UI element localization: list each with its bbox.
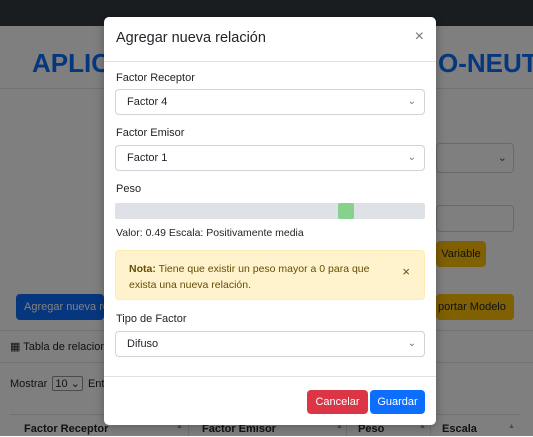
- peso-label: Peso: [116, 183, 142, 195]
- modal-title: Agregar nueva relación: [116, 30, 266, 46]
- peso-value-text: Valor: 0.49 Escala: Positivamente media: [116, 227, 304, 239]
- emisor-label: Factor Emisor: [116, 127, 185, 139]
- cancel-button[interactable]: Cancelar: [307, 390, 368, 414]
- tipo-label: Tipo de Factor: [116, 313, 187, 325]
- alert-strong: Nota:: [129, 263, 156, 275]
- peso-slider[interactable]: [115, 203, 425, 219]
- emisor-select-value: Factor 1: [127, 152, 168, 164]
- close-icon[interactable]: ×: [415, 28, 424, 46]
- tipo-select-value: Difuso: [127, 338, 159, 350]
- chevron-down-icon: ⌄: [407, 152, 416, 163]
- save-button[interactable]: Guardar: [370, 390, 425, 414]
- receptor-select-value: Factor 4: [127, 96, 168, 108]
- slider-thumb[interactable]: [337, 203, 354, 219]
- receptor-label: Factor Receptor: [116, 72, 195, 84]
- chevron-down-icon: ⌄: [407, 338, 416, 349]
- modal-header: Agregar nueva relación ×: [104, 17, 436, 62]
- chevron-down-icon: ⌄: [407, 96, 416, 107]
- alert-text: Nota: Tiene que existir un peso mayor a …: [129, 261, 379, 293]
- note-alert: Nota: Tiene que existir un peso mayor a …: [115, 250, 425, 300]
- tipo-select[interactable]: Difuso ⌄: [115, 331, 425, 357]
- close-icon[interactable]: ×: [402, 264, 410, 279]
- receptor-select[interactable]: Factor 4 ⌄: [115, 89, 425, 115]
- alert-message: Tiene que existir un peso mayor a 0 para…: [129, 263, 370, 291]
- emisor-select[interactable]: Factor 1 ⌄: [115, 145, 425, 171]
- add-relation-modal: Agregar nueva relación × Factor Receptor…: [104, 17, 436, 425]
- modal-footer: Cancelar Guardar: [104, 376, 436, 425]
